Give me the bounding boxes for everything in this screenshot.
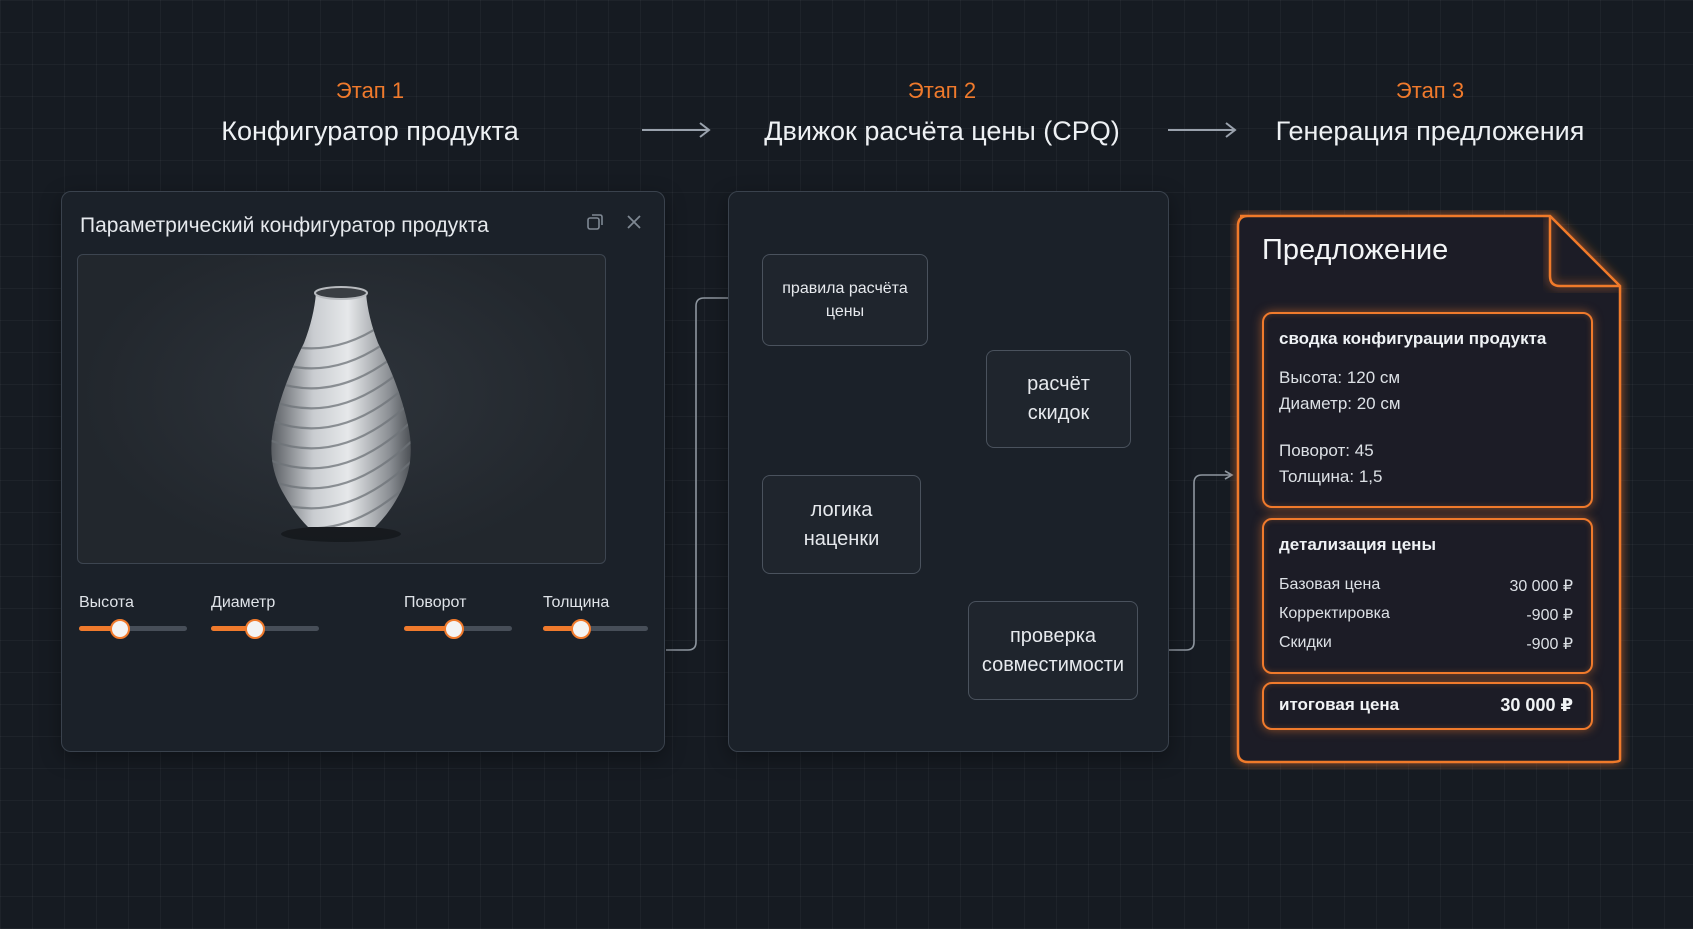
- slider-rotation[interactable]: Поворот: [404, 594, 512, 639]
- close-icon[interactable]: [624, 212, 644, 232]
- vase-model-image: [271, 286, 411, 542]
- summary-diameter: Диаметр: 20 см: [1279, 394, 1401, 413]
- node-discount-calc[interactable]: расчёт скидок: [986, 350, 1131, 448]
- slider-thickness[interactable]: Толщина: [543, 594, 648, 639]
- slider-height[interactable]: Высота: [79, 594, 187, 639]
- node-label: расчёт скидок: [1027, 373, 1090, 424]
- configurator-panel: Параметрический конфигуратор продукта Вы…: [61, 191, 665, 752]
- slider-track[interactable]: [404, 619, 512, 639]
- price-breakdown-box: детализация цены Базовая цена 30 000 ₽ К…: [1262, 518, 1593, 674]
- node-pricing-rules[interactable]: правила расчёта цены: [762, 254, 928, 346]
- node-label: логика наценки: [803, 498, 880, 550]
- slider-track[interactable]: [211, 619, 319, 639]
- offer-title: Предложение: [1262, 234, 1449, 266]
- slider-thumb[interactable]: [109, 619, 130, 639]
- node-label: проверка совместимости: [981, 624, 1125, 676]
- node-markup-logic[interactable]: логика наценки: [762, 475, 921, 574]
- price-label: Корректировка: [1279, 605, 1390, 622]
- 3d-viewport[interactable]: [77, 254, 606, 564]
- price-row-adjustment: Корректировка -900 ₽: [1279, 605, 1573, 625]
- slider-label: Поворот: [404, 594, 467, 611]
- total-value: 30 000 ₽: [1500, 695, 1573, 715]
- slider-track[interactable]: [79, 619, 187, 639]
- summary-title: сводка конфигурации продукта: [1279, 329, 1547, 348]
- price-label: Базовая цена: [1279, 576, 1381, 593]
- slider-label: Диаметр: [211, 594, 276, 611]
- slider-label: Высота: [79, 594, 134, 611]
- price-row-discounts: Скидки -900 ₽: [1279, 634, 1573, 654]
- summary-rotation: Поворот: 45: [1279, 441, 1374, 460]
- slider-thumb[interactable]: [245, 619, 266, 639]
- slider-track[interactable]: [543, 619, 648, 639]
- slider-diameter[interactable]: Диаметр: [211, 594, 319, 639]
- total-price-box: итоговая цена 30 000 ₽: [1262, 682, 1593, 730]
- slider-thumb[interactable]: [443, 619, 464, 639]
- node-compatibility-check[interactable]: проверка совместимости: [968, 601, 1138, 700]
- price-value: 30 000 ₽: [1509, 578, 1573, 595]
- node-label: правила расчёта цены: [782, 279, 908, 320]
- total-label: итоговая цена: [1279, 695, 1400, 714]
- summary-height: Высота: 120 см: [1279, 368, 1401, 387]
- price-label: Скидки: [1279, 634, 1332, 651]
- configurator-title: Параметрический конфигуратор продукта: [80, 214, 489, 237]
- slider-thumb[interactable]: [570, 619, 591, 639]
- restore-window-icon[interactable]: [585, 212, 605, 232]
- slider-label: Толщина: [543, 594, 610, 611]
- price-value: -900 ₽: [1526, 607, 1573, 624]
- price-row-base: Базовая цена 30 000 ₽: [1279, 576, 1573, 596]
- price-value: -900 ₽: [1526, 636, 1573, 653]
- breakdown-title: детализация цены: [1279, 535, 1436, 554]
- config-summary-box: сводка конфигурации продукта Высота: 120…: [1262, 312, 1593, 508]
- total-row: итоговая цена 30 000 ₽: [1279, 695, 1573, 716]
- summary-thickness: Толщина: 1,5: [1279, 467, 1383, 486]
